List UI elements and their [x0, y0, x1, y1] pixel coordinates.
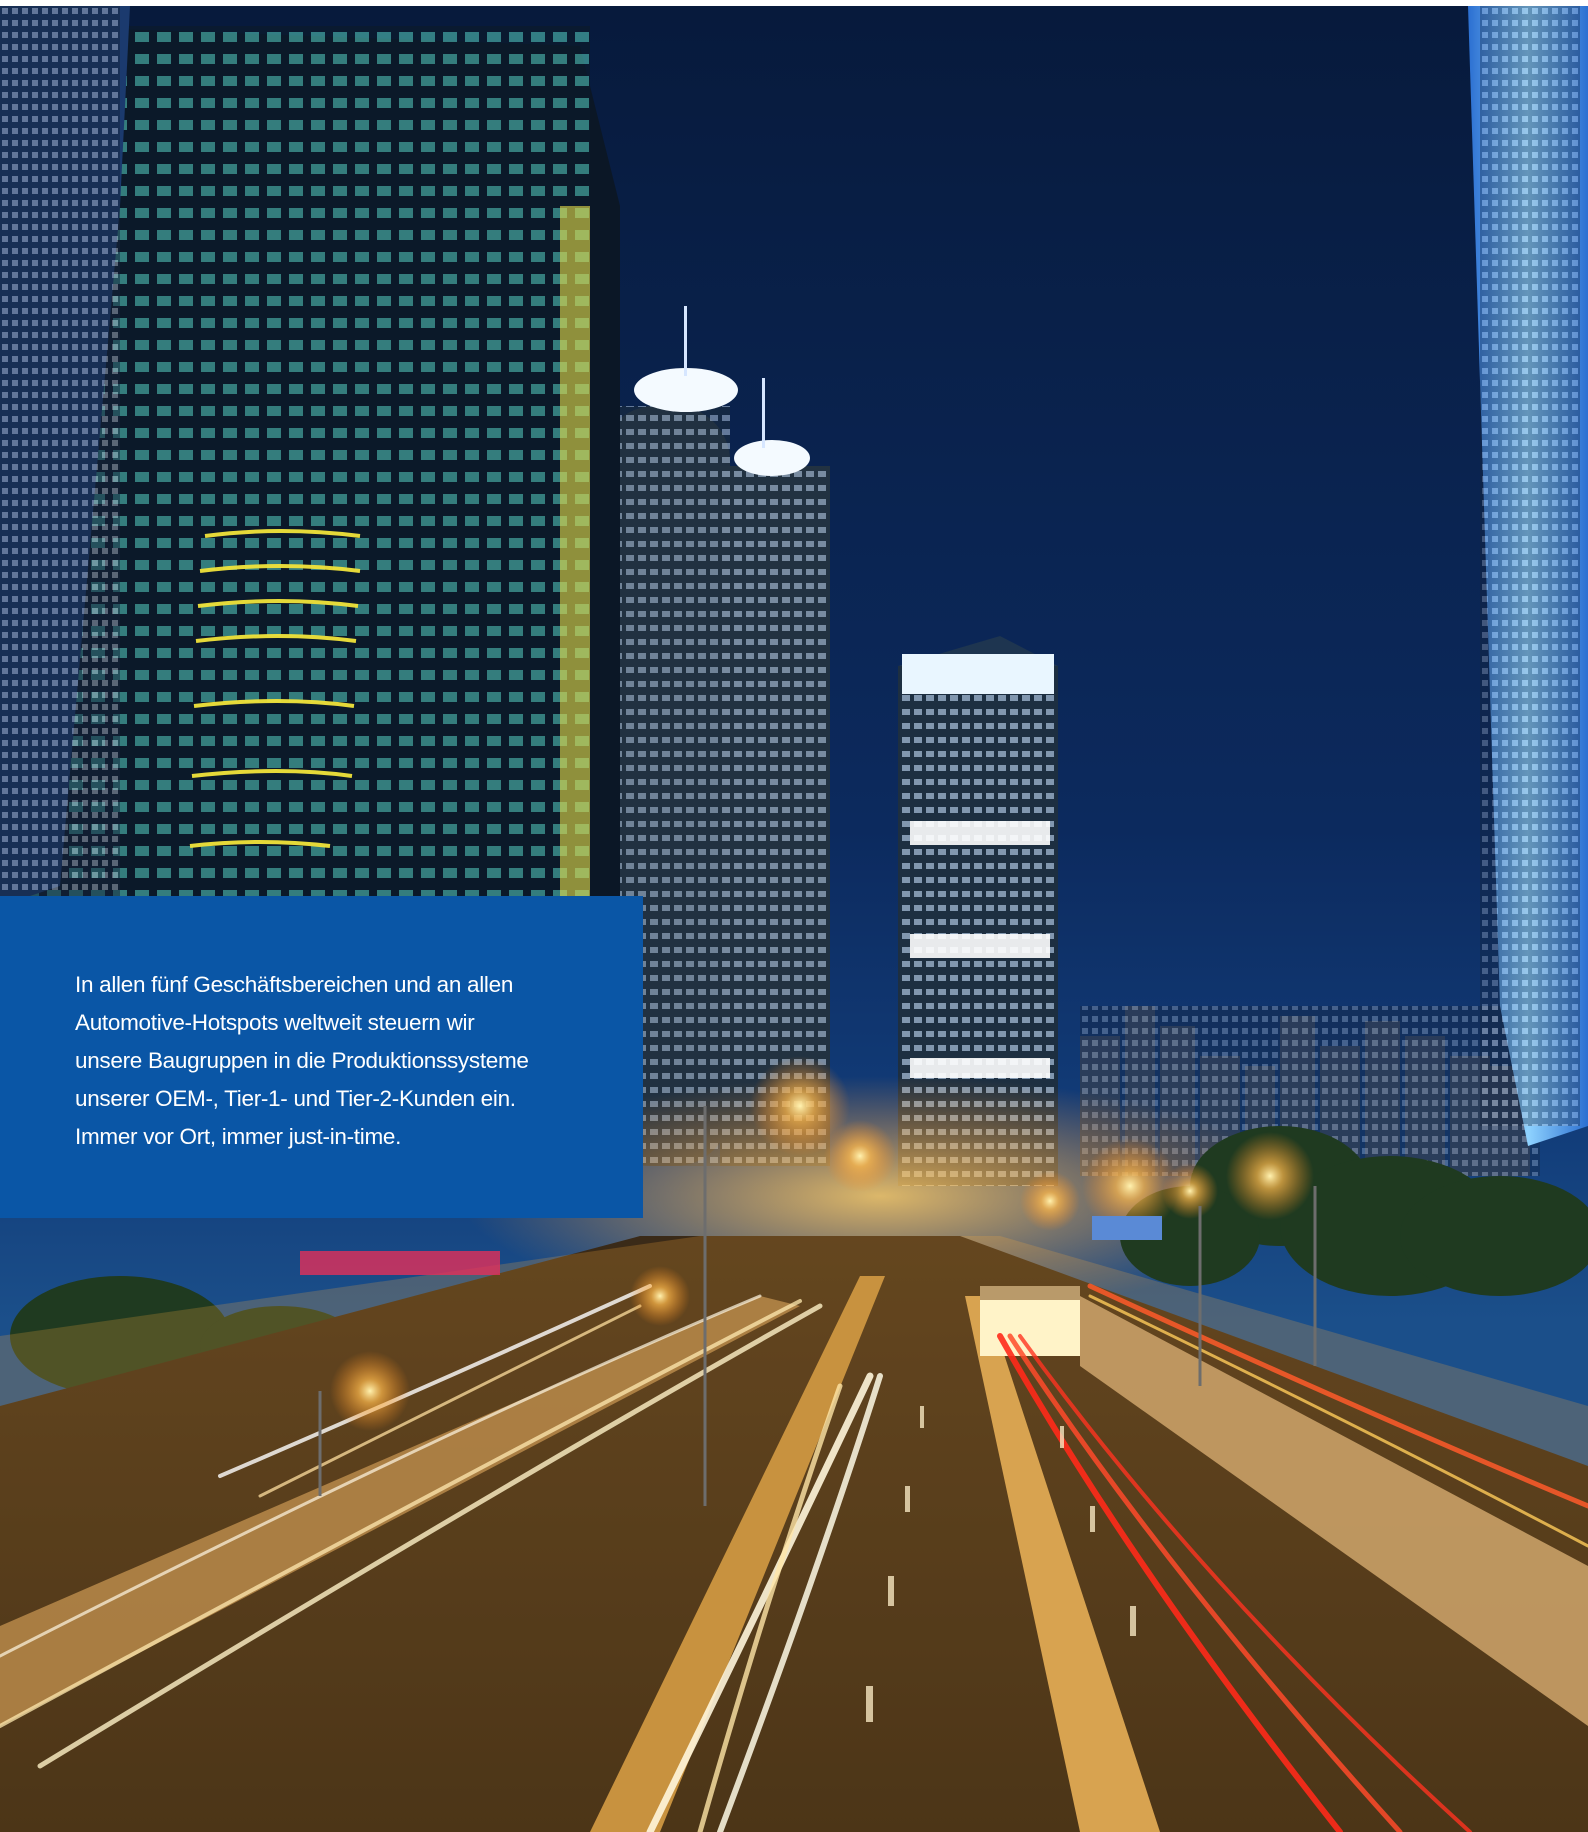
intro-text-panel: In allen fünf Geschäftsbereichen und an … [0, 896, 643, 1218]
intro-text: In allen fünf Geschäftsbereichen und an … [75, 972, 529, 1149]
